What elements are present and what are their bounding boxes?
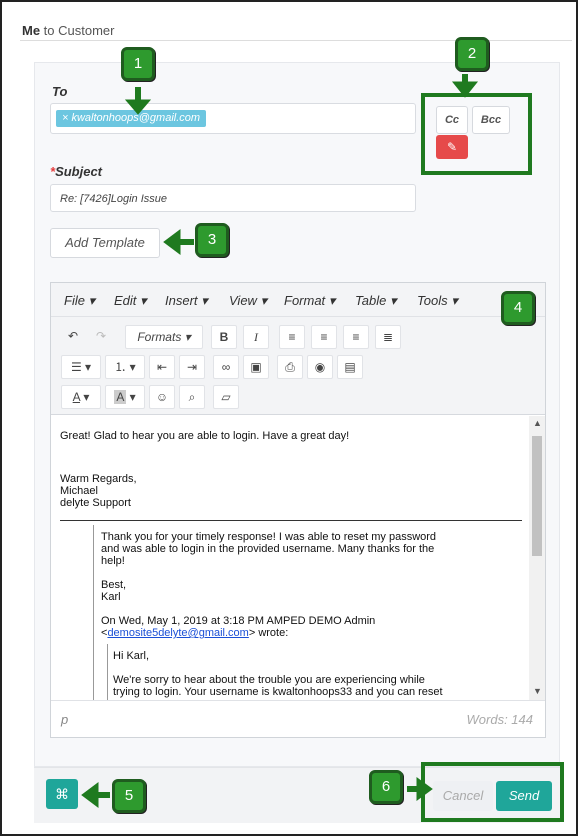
callout-1: 1 <box>121 47 155 81</box>
callout-arrows <box>81 74 479 808</box>
callout-4: 4 <box>501 291 535 325</box>
compose-window: Me to Customer To × kwaltonhoops@gmail.c… <box>0 0 578 836</box>
callout-3: 3 <box>195 223 229 257</box>
callout-5: 5 <box>112 779 146 813</box>
callout-6: 6 <box>369 770 403 804</box>
callout-2: 2 <box>455 37 489 71</box>
